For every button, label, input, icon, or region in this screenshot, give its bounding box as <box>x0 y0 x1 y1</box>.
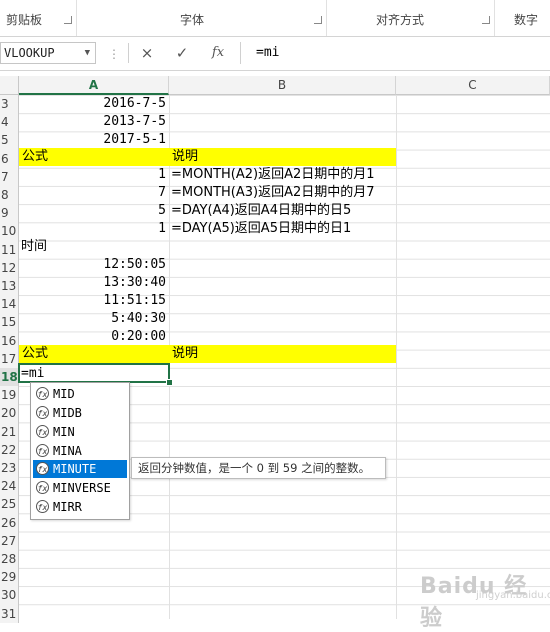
column-header-a[interactable]: A <box>19 76 169 95</box>
function-icon: fx <box>36 387 49 400</box>
ribbon-group-alignment: 对齐方式 <box>326 0 495 36</box>
autocomplete-item-midb[interactable]: fx MIDB <box>33 404 127 422</box>
row-header-21[interactable]: 21 <box>0 422 19 441</box>
autocomplete-item-minute[interactable]: fx MINUTE <box>33 460 127 478</box>
row-header-11[interactable]: 11 <box>0 240 19 259</box>
fill-handle[interactable] <box>166 379 173 386</box>
name-box[interactable]: VLOOKUP ▼ <box>0 42 96 64</box>
row-header-5[interactable]: 5 <box>0 131 19 150</box>
formula-input[interactable]: =mi <box>240 42 550 64</box>
function-icon: fx <box>36 444 49 457</box>
cell-a10[interactable]: 1 <box>19 220 169 238</box>
row-header-20[interactable]: 20 <box>0 404 19 423</box>
clipboard-launcher-icon[interactable] <box>64 16 72 24</box>
name-box-dropdown-icon[interactable]: ▼ <box>85 43 90 63</box>
cell-b10[interactable]: =DAY(A5)返回A5日期中的日1 <box>171 220 351 238</box>
row-header-12[interactable]: 12 <box>0 258 19 277</box>
ribbon-group-number: 数字 <box>494 0 550 36</box>
row-header-3[interactable]: 3 <box>0 95 19 114</box>
cell-a5[interactable]: 2017-5-1 <box>19 131 169 149</box>
cell-a12[interactable]: 12:50:05 <box>19 256 169 274</box>
font-launcher-icon[interactable] <box>314 16 322 24</box>
autocomplete-item-minverse[interactable]: fx MINVERSE <box>33 479 127 497</box>
row-header-22[interactable]: 22 <box>0 440 19 459</box>
cell-b6[interactable]: 说明 <box>169 148 396 166</box>
autocomplete-item-mina[interactable]: fx MINA <box>33 442 127 460</box>
cell-b7[interactable]: =MONTH(A2)返回A2日期中的月1 <box>171 166 375 184</box>
row-header-26[interactable]: 26 <box>0 513 19 532</box>
row-header-19[interactable]: 19 <box>0 386 19 405</box>
insert-function-icon[interactable]: fx <box>203 42 233 64</box>
column-header-b[interactable]: B <box>169 76 396 95</box>
row-header-31[interactable]: 31 <box>0 604 19 623</box>
cell-a13[interactable]: 13:30:40 <box>19 274 169 292</box>
row-header-17[interactable]: 17 <box>0 349 19 368</box>
row-header-4[interactable]: 4 <box>0 113 19 132</box>
name-box-value: VLOOKUP <box>4 46 55 60</box>
active-cell-a18[interactable]: =mi <box>18 363 170 383</box>
function-icon: fx <box>36 500 49 513</box>
column-header-c[interactable]: C <box>396 76 550 95</box>
row-header-15[interactable]: 15 <box>0 313 19 332</box>
row-header-9[interactable]: 9 <box>0 204 19 223</box>
cell-b17[interactable]: 说明 <box>169 345 396 363</box>
watermark-url: jingyan.baidu.com <box>476 590 550 601</box>
row-header-10[interactable]: 10 <box>0 222 19 241</box>
row-header-24[interactable]: 24 <box>0 477 19 496</box>
function-icon: fx <box>36 406 49 419</box>
cell-a4[interactable]: 2013-7-5 <box>19 113 169 131</box>
function-icon: fx <box>36 462 49 475</box>
ribbon-label-number: 数字 <box>514 13 539 27</box>
row-header-7[interactable]: 7 <box>0 167 19 186</box>
cell-b8[interactable]: =MONTH(A3)返回A2日期中的月7 <box>171 184 375 202</box>
function-icon: fx <box>36 481 49 494</box>
function-icon: fx <box>36 425 49 438</box>
enter-icon[interactable]: ✓ <box>167 42 197 64</box>
cancel-icon[interactable]: × <box>132 42 162 64</box>
cell-a9[interactable]: 5 <box>19 202 169 220</box>
autocomplete-item-mirr[interactable]: fx MIRR <box>33 498 127 516</box>
row-header-25[interactable]: 25 <box>0 495 19 514</box>
ribbon-label-alignment: 对齐方式 <box>376 13 425 27</box>
row-header-29[interactable]: 29 <box>0 568 19 587</box>
ribbon: 剪贴板 字体 对齐方式 数字 <box>0 0 550 37</box>
alignment-launcher-icon[interactable] <box>482 16 490 24</box>
cell-b9[interactable]: =DAY(A4)返回A4日期中的日5 <box>171 202 351 220</box>
ribbon-label-clipboard: 剪贴板 <box>6 13 43 27</box>
row-header-30[interactable]: 30 <box>0 586 19 605</box>
function-autocomplete-list[interactable]: fx MID fx MIDB fx MIN fx MINA fx MINUTE fx MIN… <box>30 382 130 520</box>
formula-bar: VLOOKUP ▼ ⋮ × ✓ fx =mi <box>0 37 550 71</box>
row-header-8[interactable]: 8 <box>0 186 19 205</box>
cell-a8[interactable]: 7 <box>19 184 169 202</box>
formula-bar-separator <box>128 43 129 63</box>
column-divider <box>396 95 397 619</box>
autocomplete-item-min[interactable]: fx MIN <box>33 423 127 441</box>
row-header-16[interactable]: 16 <box>0 331 19 350</box>
cell-a15[interactable]: 5:40:30 <box>19 310 169 328</box>
cell-a16[interactable]: 0:20:00 <box>19 328 169 346</box>
function-tooltip: 返回分钟数值，是一个 0 到 59 之间的整数。 <box>131 457 386 479</box>
more-options-icon[interactable]: ⋮ <box>108 47 121 61</box>
cell-a3[interactable]: 2016-7-5 <box>19 95 169 113</box>
cell-a18-editor[interactable]: =mi <box>21 365 44 383</box>
cell-a6[interactable]: 公式 <box>19 148 169 166</box>
autocomplete-item-mid[interactable]: fx MID <box>33 385 127 403</box>
row-header-14[interactable]: 14 <box>0 295 19 314</box>
cell-a14[interactable]: 11:51:15 <box>19 292 169 310</box>
cell-a11[interactable]: 时间 <box>21 238 47 256</box>
ribbon-label-font: 字体 <box>180 13 205 27</box>
row-header-13[interactable]: 13 <box>0 277 19 296</box>
select-all-corner[interactable] <box>0 76 19 95</box>
row-header-28[interactable]: 28 <box>0 550 19 569</box>
row-header-6[interactable]: 6 <box>0 149 19 168</box>
cell-a7[interactable]: 1 <box>19 166 169 184</box>
row-header-23[interactable]: 23 <box>0 459 19 478</box>
cell-a17[interactable]: 公式 <box>19 345 169 363</box>
ribbon-group-font: 字体 <box>76 0 327 36</box>
row-header-27[interactable]: 27 <box>0 531 19 550</box>
row-header-18[interactable]: 18 <box>0 368 19 387</box>
ribbon-group-clipboard: 剪贴板 <box>0 0 77 36</box>
